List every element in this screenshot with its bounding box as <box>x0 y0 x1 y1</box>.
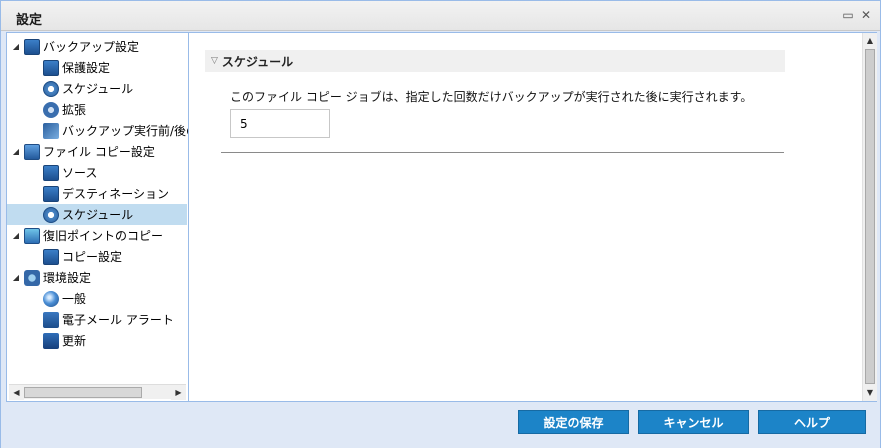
backup-settings-icon <box>24 38 40 55</box>
scroll-thumb[interactable] <box>865 49 875 384</box>
scroll-thumb[interactable] <box>24 387 142 398</box>
schedule-description: このファイル コピー ジョブは、指定した回数だけバックアップが実行された後に実行… <box>230 90 753 104</box>
dialog-footer: 設定の保存 キャンセル ヘルプ <box>1 402 880 448</box>
tree-item-preferences[interactable]: ◢ 環境設定 <box>11 267 188 288</box>
scroll-right-icon[interactable]: ▶ <box>171 385 186 400</box>
expand-arrow-icon[interactable]: ◢ <box>11 147 21 157</box>
settings-window: 設定 ▭ ✕ ◢ バックアップ設定 保護設定 スケジュール 拡張 バックアップ実… <box>0 0 881 448</box>
tree-item-update[interactable]: 更新 <box>43 330 188 351</box>
expand-arrow-icon[interactable]: ◢ <box>11 231 21 241</box>
collapse-arrow-icon[interactable]: ▽ <box>211 56 218 66</box>
expand-arrow-icon[interactable]: ◢ <box>11 42 21 52</box>
recovery-point-icon <box>24 227 40 244</box>
update-icon <box>43 332 59 349</box>
source-icon <box>43 164 59 181</box>
tree-item-schedule-backup[interactable]: スケジュール <box>43 78 188 99</box>
backup-count-input[interactable] <box>230 109 330 138</box>
wrench-icon <box>43 122 59 139</box>
tree-horizontal-scrollbar[interactable]: ◀ ▶ <box>9 384 186 400</box>
tree-item-general[interactable]: 一般 <box>43 288 188 309</box>
tree-item-pre-post[interactable]: バックアップ実行前/後の <box>43 120 188 141</box>
window-title: 設定 <box>16 13 43 28</box>
save-settings-button[interactable]: 設定の保存 <box>518 410 629 434</box>
tree-item-email-alert[interactable]: 電子メール アラート <box>43 309 188 330</box>
title-bar: 設定 ▭ ✕ <box>1 1 880 31</box>
tree-item-backup-settings[interactable]: ◢ バックアップ設定 <box>11 36 188 57</box>
restore-icon[interactable]: ▭ <box>842 9 854 21</box>
advanced-icon <box>43 101 59 118</box>
cancel-button[interactable]: キャンセル <box>638 410 749 434</box>
file-copy-icon <box>24 143 40 160</box>
scroll-up-icon[interactable]: ▲ <box>863 33 877 48</box>
expand-arrow-icon[interactable]: ◢ <box>11 273 21 283</box>
mail-icon <box>43 311 59 328</box>
scroll-down-icon[interactable]: ▼ <box>863 385 877 400</box>
schedule-panel: ▽ スケジュール このファイル コピー ジョブは、指定した回数だけバックアップが… <box>190 33 862 401</box>
tree-item-schedule-filecopy[interactable]: スケジュール <box>7 204 187 225</box>
section-header[interactable]: ▽ スケジュール <box>205 50 785 72</box>
close-icon[interactable]: ✕ <box>860 9 872 21</box>
tree-item-source[interactable]: ソース <box>43 162 188 183</box>
tree-item-advanced[interactable]: 拡張 <box>43 99 188 120</box>
content-vertical-scrollbar[interactable]: ▲ ▼ <box>862 33 877 401</box>
section-divider <box>221 152 784 153</box>
schedule-icon <box>43 80 59 97</box>
scroll-left-icon[interactable]: ◀ <box>9 385 24 400</box>
schedule-icon <box>43 206 59 223</box>
section-title: スケジュール <box>221 54 294 69</box>
tree-item-copy-settings[interactable]: コピー設定 <box>43 246 188 267</box>
settings-tree: ◢ バックアップ設定 保護設定 スケジュール 拡張 バックアップ実行前/後の ◢… <box>7 33 189 401</box>
tree-item-destination[interactable]: デスティネーション <box>43 183 188 204</box>
globe-icon <box>43 290 59 307</box>
help-button[interactable]: ヘルプ <box>758 410 866 434</box>
tree-item-protection[interactable]: 保護設定 <box>43 57 188 78</box>
protection-icon <box>43 59 59 76</box>
settings-body: ◢ バックアップ設定 保護設定 スケジュール 拡張 バックアップ実行前/後の ◢… <box>6 32 877 402</box>
destination-icon <box>43 185 59 202</box>
copy-settings-icon <box>43 248 59 265</box>
tree-item-file-copy[interactable]: ◢ ファイル コピー設定 <box>11 141 188 162</box>
preferences-icon <box>24 269 40 286</box>
tree-item-recovery-point-copy[interactable]: ◢ 復旧ポイントのコピー <box>11 225 188 246</box>
